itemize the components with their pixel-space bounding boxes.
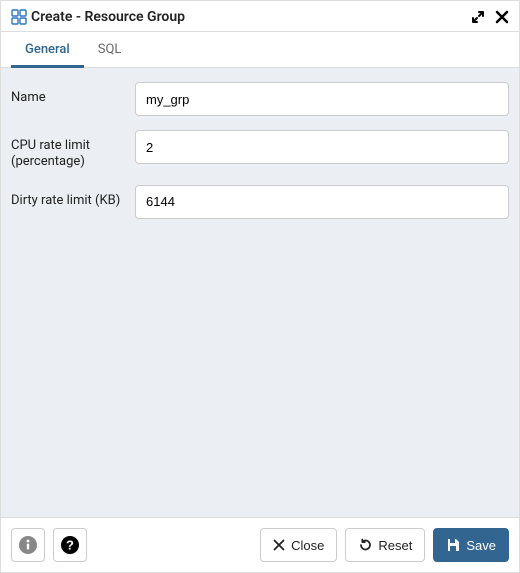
tab-sql[interactable]: SQL xyxy=(84,32,136,68)
close-x-icon xyxy=(273,539,285,551)
dirty-rate-limit-label: Dirty rate limit (KB) xyxy=(11,185,135,209)
close-icon[interactable] xyxy=(495,10,509,24)
form-row-dirty-rate-limit: Dirty rate limit (KB) xyxy=(11,185,509,219)
resource-group-icon xyxy=(11,9,27,25)
form-row-name: Name xyxy=(11,82,509,116)
help-button[interactable]: ? xyxy=(53,528,87,562)
dirty-rate-limit-input[interactable] xyxy=(135,185,509,219)
name-input[interactable] xyxy=(135,82,509,116)
form-content: Name CPU rate limit (percentage) Dirty r… xyxy=(1,68,519,517)
reset-button-label: Reset xyxy=(378,538,412,553)
reset-button[interactable]: Reset xyxy=(345,528,425,562)
save-button[interactable]: Save xyxy=(433,528,509,562)
form-row-cpu-rate-limit: CPU rate limit (percentage) xyxy=(11,130,509,171)
close-button[interactable]: Close xyxy=(260,528,337,562)
cpu-rate-limit-label: CPU rate limit (percentage) xyxy=(11,130,135,171)
dialog-title: Create - Resource Group xyxy=(31,9,471,25)
tab-bar: General SQL xyxy=(1,32,519,68)
close-button-label: Close xyxy=(291,538,324,553)
name-label: Name xyxy=(11,82,135,106)
dialog-footer: ? Close Reset Save xyxy=(1,517,519,572)
dialog-titlebar: Create - Resource Group xyxy=(1,1,519,32)
tab-general[interactable]: General xyxy=(11,32,84,68)
save-button-label: Save xyxy=(466,538,496,553)
expand-icon[interactable] xyxy=(471,10,485,24)
svg-text:?: ? xyxy=(66,538,74,553)
save-icon xyxy=(446,538,460,552)
info-button[interactable] xyxy=(11,528,45,562)
reset-icon xyxy=(358,538,372,552)
cpu-rate-limit-input[interactable] xyxy=(135,130,509,164)
